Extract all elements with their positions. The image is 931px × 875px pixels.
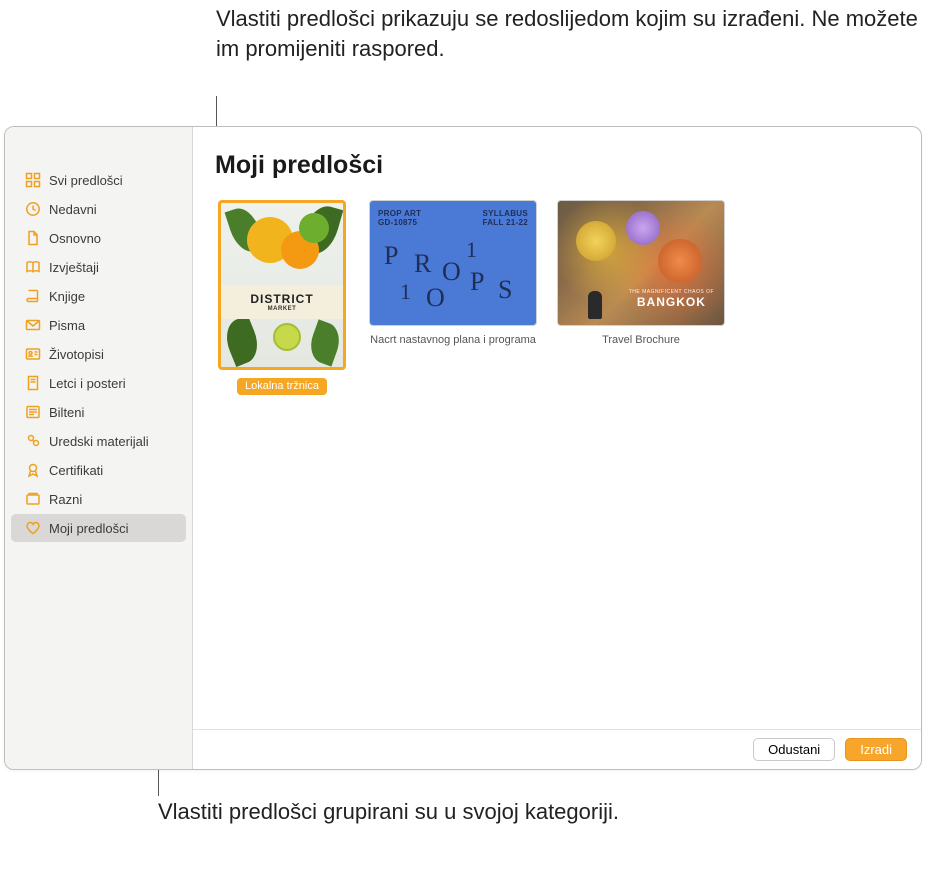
document-icon	[25, 230, 41, 246]
callout-bottom-text: Vlastiti predlošci grupirani su u svojoj…	[158, 797, 619, 827]
sidebar-item-certificates[interactable]: Certifikati	[11, 456, 186, 484]
book-icon	[25, 288, 41, 304]
template-label: Lokalna tržnica	[237, 378, 327, 395]
page-title: Moji predlošci	[215, 151, 899, 180]
sidebar-item-label: Pisma	[49, 318, 85, 333]
template-thumbnail: DISTRICT MARKET	[218, 200, 346, 370]
template-grid: DISTRICT MARKET Lokalna tržnica PROP ART…	[215, 200, 899, 395]
sidebar-item-label: Razni	[49, 492, 82, 507]
envelope-icon	[25, 317, 41, 333]
template-label: Nacrt nastavnog plana i programa	[370, 334, 536, 347]
callout-top-text: Vlastiti predlošci prikazuju se redoslij…	[216, 4, 931, 63]
sidebar-item-my-templates[interactable]: Moji predlošci	[11, 514, 186, 542]
thumb-top-right-l1: SYLLABUS	[482, 209, 528, 218]
thumb-letter: 1	[466, 237, 477, 263]
create-button[interactable]: Izradi	[845, 738, 907, 761]
sidebar: Svi predlošci Nedavni Osnovno Izvještaji	[5, 127, 193, 769]
sidebar-item-label: Uredski materijali	[49, 434, 149, 449]
template-chooser-window: Svi predlošci Nedavni Osnovno Izvještaji	[4, 126, 922, 770]
thumb-letter: P	[470, 267, 484, 297]
sidebar-item-label: Certifikati	[49, 463, 103, 478]
sidebar-item-misc[interactable]: Razni	[11, 485, 186, 513]
template-thumbnail: PROP ART GD-10875 SYLLABUS FALL 21-22 P …	[369, 200, 537, 326]
sidebar-item-all-templates[interactable]: Svi predlošci	[11, 166, 186, 194]
thumb-letter: S	[498, 275, 512, 305]
tag-icon	[25, 433, 41, 449]
sidebar-item-books[interactable]: Knjige	[11, 282, 186, 310]
collection-icon	[25, 491, 41, 507]
clock-icon	[25, 201, 41, 217]
thumb-letter: O	[426, 283, 445, 313]
thumb-top-left-l2: GD-10875	[378, 218, 421, 227]
thumb-letter: 1	[400, 279, 411, 305]
card-icon	[25, 346, 41, 362]
template-card-local-market[interactable]: DISTRICT MARKET Lokalna tržnica	[215, 200, 349, 395]
ribbon-icon	[25, 462, 41, 478]
thumb-brand-line2: MARKET	[268, 306, 297, 312]
grid-icon	[25, 172, 41, 188]
cancel-button[interactable]: Odustani	[753, 738, 835, 761]
sidebar-item-stationery[interactable]: Uredski materijali	[11, 427, 186, 455]
thumb-top-right-l2: FALL 21-22	[482, 218, 528, 227]
sidebar-item-label: Moji predlošci	[49, 521, 128, 536]
sidebar-item-label: Bilteni	[49, 405, 84, 420]
sidebar-item-reports[interactable]: Izvještaji	[11, 253, 186, 281]
sidebar-item-label: Osnovno	[49, 231, 101, 246]
sidebar-item-label: Letci i posteri	[49, 376, 126, 391]
thumb-letter: P	[384, 241, 398, 271]
sidebar-item-flyers-posters[interactable]: Letci i posteri	[11, 369, 186, 397]
book-open-icon	[25, 259, 41, 275]
sidebar-item-label: Izvještaji	[49, 260, 99, 275]
footer-bar: Odustani Izradi	[193, 729, 921, 769]
sidebar-item-basic[interactable]: Osnovno	[11, 224, 186, 252]
sidebar-item-recent[interactable]: Nedavni	[11, 195, 186, 223]
sidebar-item-letters[interactable]: Pisma	[11, 311, 186, 339]
template-thumbnail: THE MAGNIFICENT CHAOS OF BANGKOK	[557, 200, 725, 326]
sidebar-item-resumes[interactable]: Životopisi	[11, 340, 186, 368]
sidebar-item-label: Svi predlošci	[49, 173, 123, 188]
template-card-travel-brochure[interactable]: THE MAGNIFICENT CHAOS OF BANGKOK Travel …	[557, 200, 725, 347]
sidebar-item-label: Knjige	[49, 289, 85, 304]
thumb-brand-line1: DISTRICT	[250, 292, 313, 306]
main-content: Moji predlošci DISTRICT MARKET Lokalna t…	[193, 127, 921, 729]
thumb-top-left-l1: PROP ART	[378, 209, 421, 218]
template-card-syllabus[interactable]: PROP ART GD-10875 SYLLABUS FALL 21-22 P …	[369, 200, 537, 347]
poster-icon	[25, 375, 41, 391]
sidebar-item-newsletters[interactable]: Bilteni	[11, 398, 186, 426]
thumb-letter: O	[442, 257, 461, 287]
thumb-letter: R	[414, 249, 431, 279]
sidebar-item-label: Životopisi	[49, 347, 104, 362]
heart-icon	[25, 520, 41, 536]
sidebar-item-label: Nedavni	[49, 202, 97, 217]
list-icon	[25, 404, 41, 420]
thumb-big-text: BANGKOK	[629, 295, 714, 309]
template-label: Travel Brochure	[602, 334, 680, 347]
thumb-small-text: THE MAGNIFICENT CHAOS OF	[629, 289, 714, 295]
